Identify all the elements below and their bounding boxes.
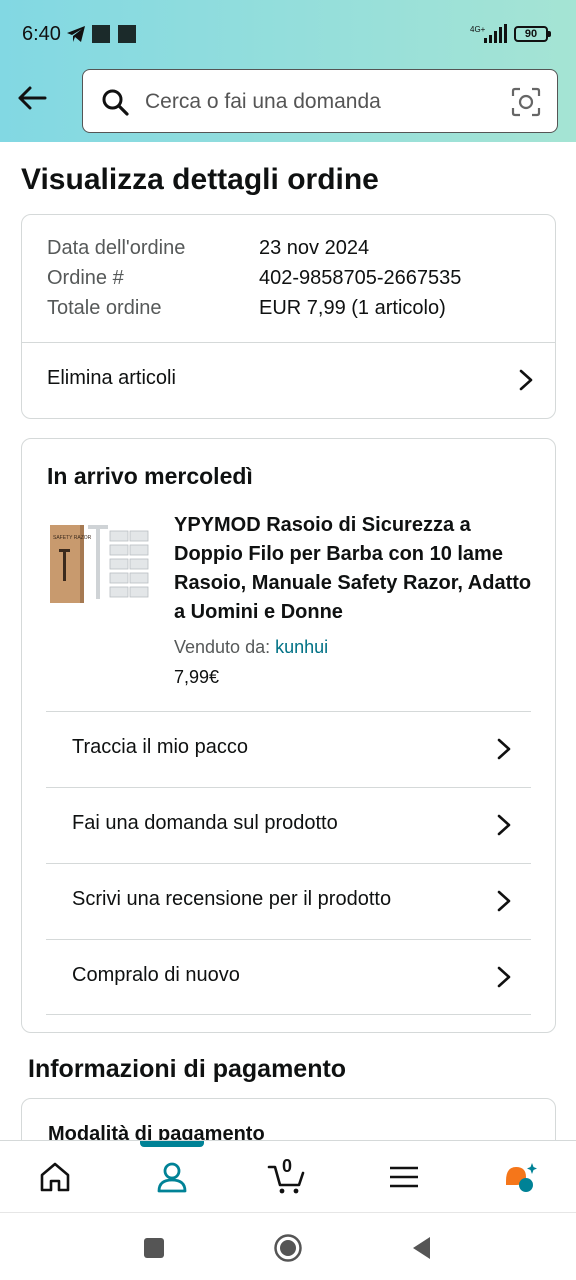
write-review-label: Scrivi una recensione per il prodotto (72, 888, 392, 910)
ask-question-label: Fai una domanda sul prodotto (72, 812, 338, 834)
nav-cart[interactable] (248, 1141, 328, 1213)
product-image[interactable]: SAFETY RAZOR (48, 521, 152, 607)
product-title-link[interactable]: YPYMOD Rasoio di Sicurezza a Doppio Filo… (174, 511, 534, 627)
payment-section-title: Informazioni di pagamento (28, 1055, 347, 1083)
product-box-text: SAFETY RAZOR (53, 535, 92, 541)
account-icon (157, 1162, 187, 1193)
notification-icon (92, 25, 110, 43)
camera-search-icon[interactable] (511, 87, 541, 117)
cart-count: 0 (282, 1156, 293, 1176)
chevron-right-icon (519, 369, 533, 391)
search-icon (102, 89, 129, 116)
status-bar: 6:40 4G+ 90 (0, 0, 576, 68)
network-label: 4G+ (470, 25, 486, 34)
delivery-status-title: In arrivo mercoledì (47, 463, 253, 489)
battery-tip (548, 31, 551, 37)
back-arrow-icon[interactable] (14, 80, 50, 116)
rufus-icon (506, 1163, 537, 1192)
order-total-label: Totale ordine (47, 297, 162, 319)
recent-apps-icon[interactable] (139, 1233, 169, 1263)
page-title: Visualizza dettagli ordine (21, 163, 379, 196)
product-price: 7,99€ (174, 667, 220, 687)
order-date-value: 23 nov 2024 (259, 237, 370, 259)
chevron-right-icon (497, 966, 511, 988)
nav-rufus[interactable] (480, 1141, 560, 1213)
system-navigation-bar (0, 1212, 576, 1280)
order-number-value: 402-9858705-2667535 (259, 267, 462, 289)
menu-icon (390, 1166, 418, 1188)
order-total-value: EUR 7,99 (1 articolo) (259, 297, 446, 319)
search-input[interactable]: Cerca o fai una domanda (82, 69, 558, 133)
order-date-label: Data dell'ordine (47, 237, 186, 259)
telegram-icon (67, 26, 85, 42)
ask-question-row[interactable]: Fai una domanda sul prodotto (46, 788, 531, 862)
track-package-row[interactable]: Traccia il mio pacco (46, 712, 531, 786)
signal-icon: 4G+ (470, 24, 507, 43)
divider (46, 1014, 531, 1015)
chevron-right-icon (497, 814, 511, 836)
nav-home[interactable] (15, 1141, 95, 1213)
seller-link[interactable]: kunhui (275, 637, 328, 657)
status-time: 6:40 (22, 23, 61, 45)
home-button-icon[interactable] (273, 1233, 303, 1263)
nav-menu[interactable] (364, 1141, 444, 1213)
nav-account[interactable] (132, 1141, 212, 1213)
app-header: 6:40 4G+ 90 Cerca o fai una domanda (0, 0, 576, 142)
back-button-icon[interactable] (407, 1233, 437, 1263)
chevron-right-icon (497, 890, 511, 912)
buy-again-label: Compralo di nuovo (72, 964, 240, 986)
battery-indicator: 90 (514, 26, 548, 42)
delivery-card: In arrivo mercoledì SAFETY RAZOR YPYMOD … (21, 438, 556, 1033)
track-package-label: Traccia il mio pacco (72, 736, 248, 758)
search-placeholder: Cerca o fai una domanda (145, 90, 381, 113)
delete-items-label: Elimina articoli (47, 367, 176, 389)
sold-by-label: Venduto da: (174, 637, 271, 657)
buy-again-row[interactable]: Compralo di nuovo (46, 940, 531, 1014)
sold-by: Venduto da: kunhui (174, 637, 328, 658)
notification-icon (118, 25, 136, 43)
order-number-label: Ordine # (47, 267, 124, 289)
order-summary-card: Data dell'ordine 23 nov 2024 Ordine # 40… (21, 214, 556, 419)
delete-items-row[interactable]: Elimina articoli (22, 343, 555, 419)
home-icon (40, 1162, 70, 1192)
chevron-right-icon (497, 738, 511, 760)
write-review-row[interactable]: Scrivi una recensione per il prodotto (46, 864, 531, 938)
